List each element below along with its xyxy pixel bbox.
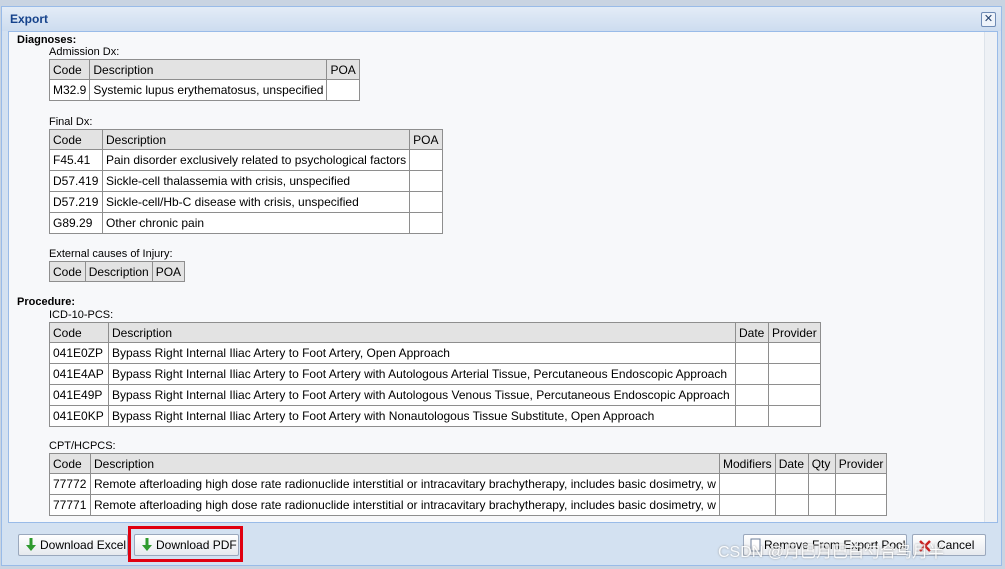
external-causes-table: Code Description POA bbox=[49, 261, 186, 282]
scrollbar[interactable] bbox=[984, 32, 997, 522]
code-cell: D57.219 bbox=[49, 191, 103, 213]
column-header: Code bbox=[49, 261, 86, 282]
date-cell bbox=[735, 363, 769, 385]
code-cell: G89.29 bbox=[49, 212, 103, 234]
table-row: G89.29 Other chronic pain bbox=[49, 212, 444, 234]
final-dx-table: Code Description POA F45.41 Pain disorde… bbox=[49, 129, 444, 234]
code-cell: M32.9 bbox=[48, 79, 91, 101]
column-header: POA bbox=[409, 129, 444, 150]
qty-cell bbox=[807, 494, 836, 516]
dialog-title: Export bbox=[10, 12, 49, 26]
dialog-titlebar[interactable]: Export ✕ bbox=[2, 7, 1001, 31]
provider-cell bbox=[768, 342, 821, 364]
column-header: Description bbox=[89, 59, 328, 80]
external-causes-label: External causes of Injury: bbox=[49, 248, 173, 260]
description-cell: Remote afterloading high dose rate radio… bbox=[90, 494, 720, 516]
description-cell: Sickle-cell/Hb-C disease with crisis, un… bbox=[101, 191, 411, 213]
icd10pcs-table: Code Description Date Provider 041E0ZP B… bbox=[49, 322, 821, 427]
export-content: Diagnoses: Admission Dx: Code Descriptio… bbox=[8, 31, 998, 523]
column-header: Description bbox=[90, 453, 720, 474]
admission-dx-label: Admission Dx: bbox=[49, 46, 120, 58]
poa-cell bbox=[326, 79, 361, 101]
download-pdf-label: Download PDF bbox=[156, 538, 237, 552]
column-header: POA bbox=[151, 261, 186, 282]
watermark: CSDN @月巴月巴白勺合鸟月半 bbox=[718, 544, 945, 561]
table-row: 77772 Remote afterloading high dose rate… bbox=[49, 473, 888, 495]
poa-cell bbox=[409, 212, 444, 234]
column-header: Date bbox=[774, 453, 809, 474]
admission-dx-table: Code Description POA M32.9 Systemic lupu… bbox=[48, 59, 361, 101]
description-cell: Bypass Right Internal Iliac Artery to Fo… bbox=[108, 363, 736, 385]
description-cell: Other chronic pain bbox=[101, 212, 411, 234]
column-header: Provider bbox=[834, 453, 888, 474]
description-cell: Bypass Right Internal Iliac Artery to Fo… bbox=[108, 405, 736, 427]
close-icon[interactable]: ✕ bbox=[981, 12, 996, 27]
description-cell: Bypass Right Internal Iliac Artery to Fo… bbox=[108, 342, 736, 364]
provider-cell bbox=[834, 494, 888, 516]
column-header: POA bbox=[326, 59, 361, 80]
poa-cell bbox=[409, 170, 444, 192]
table-row: 041E4AP Bypass Right Internal Iliac Arte… bbox=[49, 363, 821, 385]
table-row: 77771 Remote afterloading high dose rate… bbox=[49, 494, 888, 516]
download-excel-button[interactable]: Download Excel bbox=[18, 534, 128, 556]
table-row: M32.9 Systemic lupus erythematosus, unsp… bbox=[48, 79, 361, 101]
table-row: D57.219 Sickle-cell/Hb-C disease with cr… bbox=[49, 191, 444, 213]
code-cell: F45.41 bbox=[49, 149, 103, 171]
download-arrow-icon bbox=[26, 538, 36, 551]
provider-cell bbox=[768, 363, 821, 385]
column-header: Date bbox=[735, 322, 769, 343]
column-header: Qty bbox=[807, 453, 836, 474]
icd10pcs-label: ICD-10-PCS: bbox=[49, 309, 114, 321]
column-header: Description bbox=[101, 129, 411, 150]
column-header: Code bbox=[48, 59, 91, 80]
code-cell: 77771 bbox=[49, 494, 91, 516]
provider-cell bbox=[768, 384, 821, 406]
date-cell bbox=[735, 384, 769, 406]
table-row: 041E0ZP Bypass Right Internal Iliac Arte… bbox=[49, 342, 821, 364]
table-row: D57.419 Sickle-cell thalassemia with cri… bbox=[49, 170, 444, 192]
final-dx-label: Final Dx: bbox=[49, 116, 93, 128]
code-cell: D57.419 bbox=[49, 170, 103, 192]
date-cell bbox=[735, 405, 769, 427]
download-pdf-button[interactable]: Download PDF bbox=[134, 534, 239, 556]
column-header: Provider bbox=[768, 322, 821, 343]
modifiers-cell bbox=[719, 494, 776, 516]
code-cell: 041E0ZP bbox=[49, 342, 109, 364]
table-row: 041E49P Bypass Right Internal Iliac Arte… bbox=[49, 384, 821, 406]
description-cell: Pain disorder exclusively related to psy… bbox=[101, 149, 411, 171]
export-dialog: Export ✕ Diagnoses: Admission Dx: Code D… bbox=[1, 6, 1002, 566]
modifiers-cell bbox=[719, 473, 776, 495]
column-header: Modifiers bbox=[719, 453, 776, 474]
column-header: Description bbox=[108, 322, 736, 343]
poa-cell bbox=[409, 191, 444, 213]
download-arrow-icon bbox=[142, 538, 152, 551]
date-cell bbox=[774, 473, 809, 495]
cpt-label: CPT/HCPCS: bbox=[49, 440, 116, 452]
procedure-heading: Procedure: bbox=[17, 296, 76, 308]
column-header: Description bbox=[84, 261, 153, 282]
cpt-table: Code Description Modifiers Date Qty Prov… bbox=[49, 453, 888, 516]
description-cell: Systemic lupus erythematosus, unspecifie… bbox=[89, 79, 328, 101]
code-cell: 77772 bbox=[49, 473, 91, 495]
table-row: 041E0KP Bypass Right Internal Iliac Arte… bbox=[49, 405, 821, 427]
poa-cell bbox=[409, 149, 444, 171]
download-excel-label: Download Excel bbox=[40, 538, 127, 552]
table-row: F45.41 Pain disorder exclusively related… bbox=[49, 149, 444, 171]
provider-cell bbox=[768, 405, 821, 427]
description-cell: Sickle-cell thalassemia with crisis, uns… bbox=[101, 170, 411, 192]
column-header: Code bbox=[49, 453, 91, 474]
provider-cell bbox=[834, 473, 888, 495]
date-cell bbox=[774, 494, 809, 516]
date-cell bbox=[735, 342, 769, 364]
description-cell: Remote afterloading high dose rate radio… bbox=[90, 473, 720, 495]
diagnoses-heading: Diagnoses: bbox=[17, 34, 77, 46]
code-cell: 041E49P bbox=[49, 384, 109, 406]
qty-cell bbox=[807, 473, 836, 495]
column-header: Code bbox=[49, 322, 109, 343]
column-header: Code bbox=[49, 129, 103, 150]
description-cell: Bypass Right Internal Iliac Artery to Fo… bbox=[108, 384, 736, 406]
code-cell: 041E4AP bbox=[49, 363, 109, 385]
code-cell: 041E0KP bbox=[49, 405, 109, 427]
